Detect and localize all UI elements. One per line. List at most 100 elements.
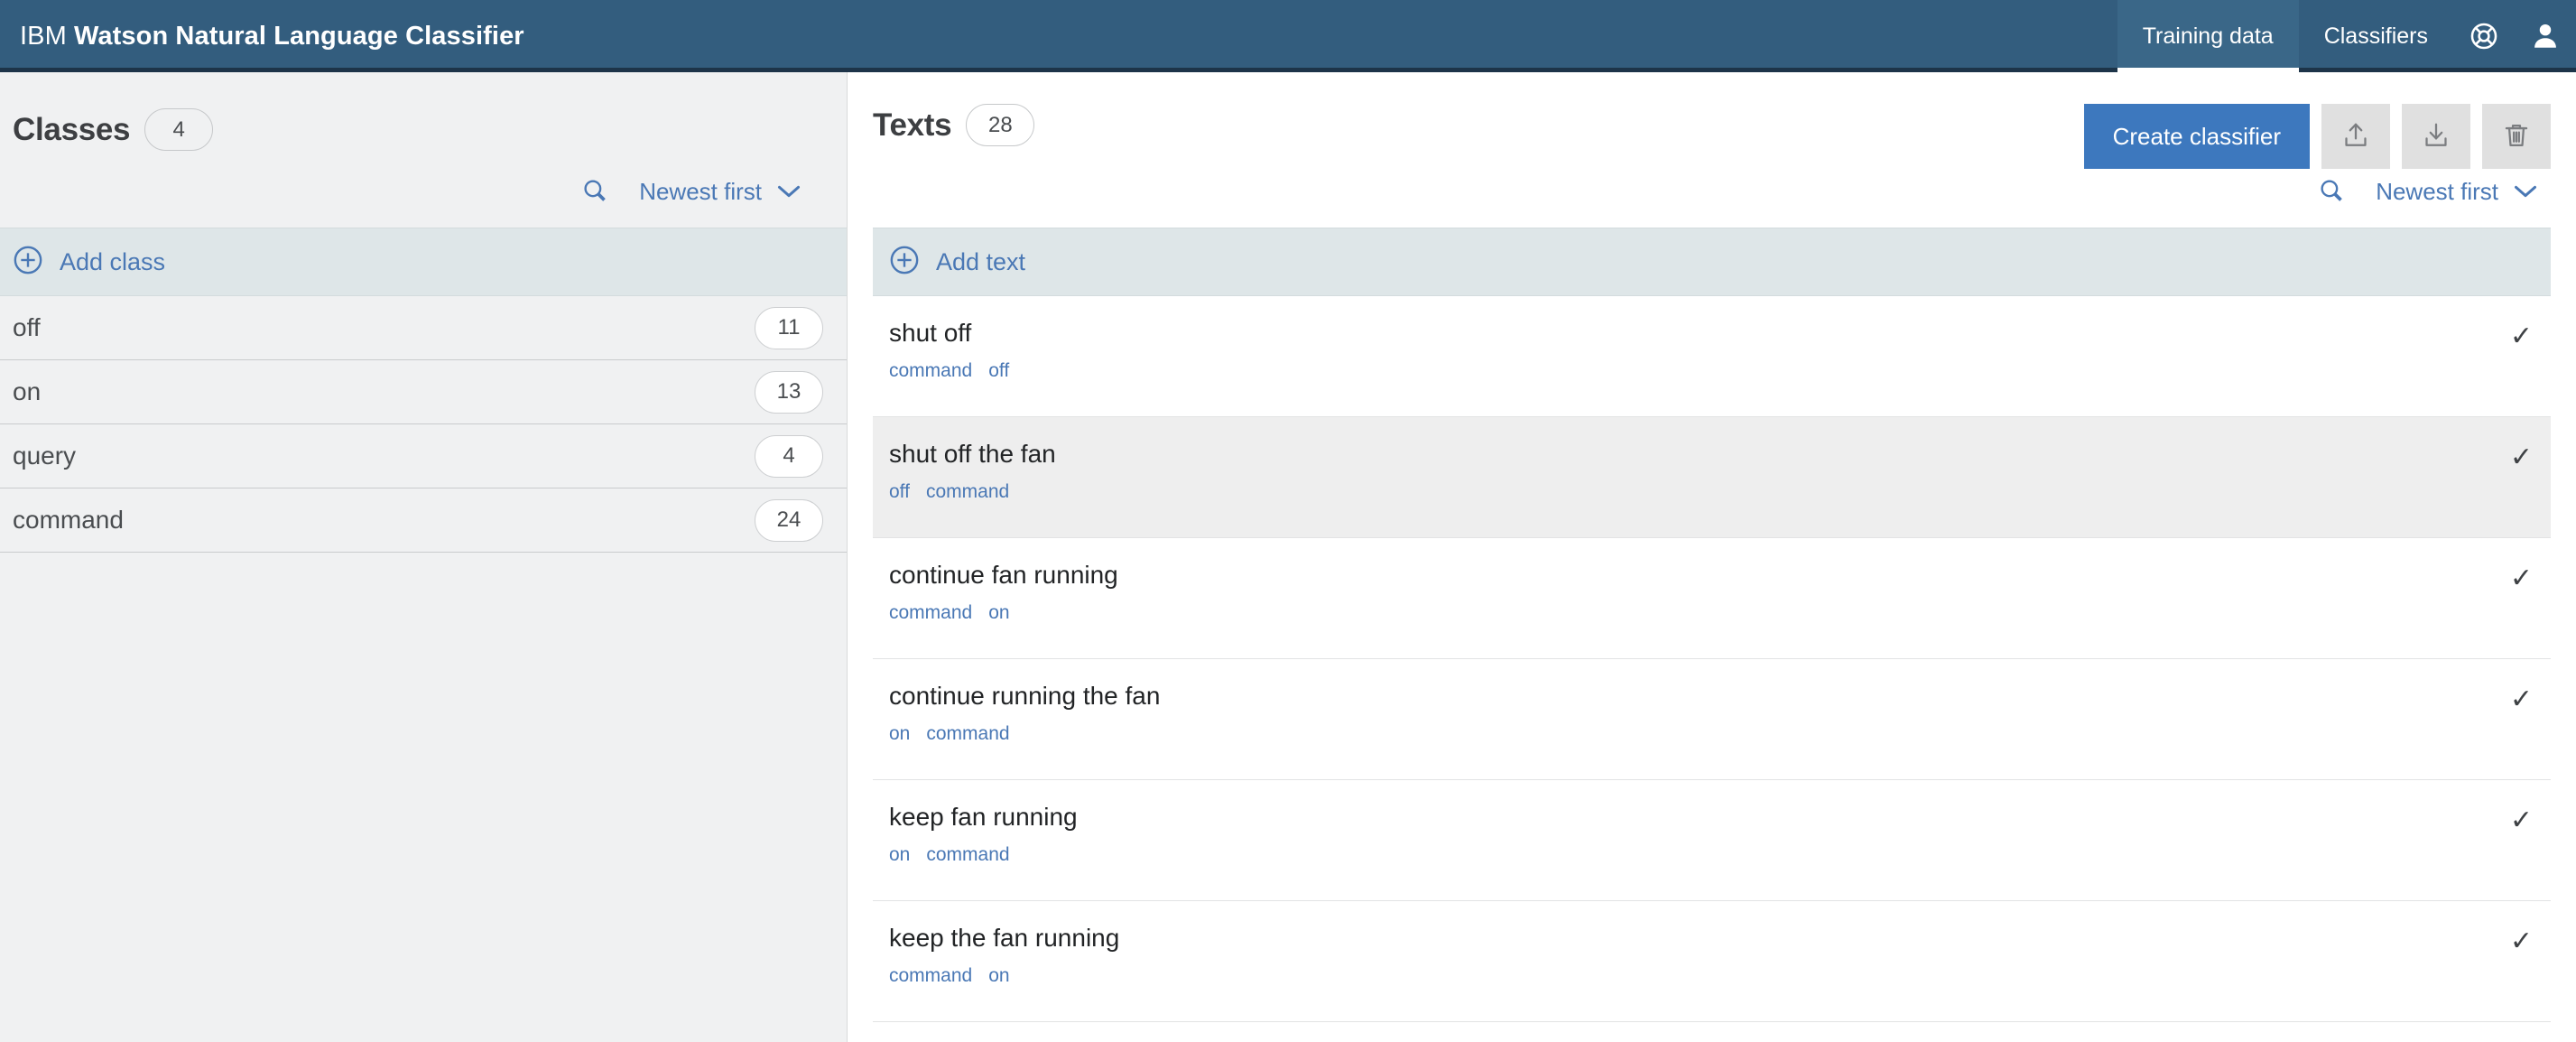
chevron-down-icon <box>776 178 802 206</box>
class-count-badge: 24 <box>755 498 823 542</box>
search-icon <box>2318 177 2345 207</box>
plus-circle-icon <box>889 245 920 280</box>
class-tag[interactable]: command <box>926 844 1009 866</box>
tab-training-data[interactable]: Training data <box>2117 0 2299 72</box>
check-icon[interactable]: ✓ <box>2510 441 2538 471</box>
class-tag[interactable]: command <box>889 360 972 382</box>
class-name: on <box>13 377 42 405</box>
classes-count-badge: 4 <box>144 108 214 151</box>
classes-title: Classes <box>13 111 131 147</box>
brand-prefix: IBM <box>20 21 67 51</box>
class-tag[interactable]: on <box>889 723 910 745</box>
top-navigation: Training data Classifiers <box>2117 0 2576 72</box>
classes-sort-label: Newest first <box>639 177 762 205</box>
text-row-tags: on command <box>889 723 1160 745</box>
text-row-content: continue running the fan on command <box>889 682 1161 745</box>
class-name: query <box>13 442 77 470</box>
class-tag[interactable]: on <box>988 965 1009 987</box>
add-text-label: Add text <box>936 247 1026 275</box>
texts-search-button[interactable] <box>2318 177 2345 207</box>
class-row-on[interactable]: on 13 <box>0 360 847 424</box>
class-name: off <box>13 313 41 341</box>
chevron-down-icon <box>2513 178 2538 206</box>
class-tag[interactable]: off <box>889 481 910 503</box>
app-header: IBM Watson Natural Language Classifier T… <box>0 0 2576 72</box>
class-tag[interactable]: off <box>988 360 1009 382</box>
app-title: IBM Watson Natural Language Classifier <box>20 22 524 51</box>
texts-sort-dropdown[interactable]: Newest first <box>2376 178 2538 206</box>
text-row-content: keep the fan running command on <box>889 924 1120 987</box>
class-row-off[interactable]: off 11 <box>0 296 847 360</box>
classes-panel: Classes 4 Newest first Add class off 11 … <box>0 72 848 1042</box>
check-icon[interactable]: ✓ <box>2510 683 2538 713</box>
table-row[interactable]: keep the fan running command on ✓ <box>873 901 2551 1022</box>
class-tag[interactable]: on <box>889 844 910 866</box>
text-row-title: continue running the fan <box>889 682 1161 710</box>
text-list: shut off command off ✓ shut off the fan … <box>873 296 2551 1022</box>
lifebuoy-icon <box>2469 21 2499 51</box>
table-row[interactable]: keep fan running on command ✓ <box>873 780 2551 901</box>
class-count-badge: 11 <box>755 306 823 349</box>
class-count-badge: 13 <box>755 370 823 414</box>
download-icon <box>2421 120 2451 154</box>
tab-classifiers[interactable]: Classifiers <box>2299 0 2453 72</box>
class-tag[interactable]: command <box>889 602 972 624</box>
class-row-command[interactable]: command 24 <box>0 488 847 553</box>
add-class-button[interactable]: Add class <box>0 228 847 296</box>
classes-search-button[interactable] <box>581 177 608 207</box>
tab-classifiers-label: Classifiers <box>2323 23 2428 49</box>
class-name: command <box>13 506 124 534</box>
text-row-tags: off command <box>889 481 1056 503</box>
class-count-badge: 4 <box>755 434 823 478</box>
class-tag[interactable]: command <box>926 481 1009 503</box>
classes-sort-dropdown[interactable]: Newest first <box>639 178 802 206</box>
classes-header: Classes 4 <box>0 72 847 155</box>
main-content: Classes 4 Newest first Add class off 11 … <box>0 72 2576 1042</box>
upload-icon <box>2340 120 2371 154</box>
text-row-content: shut off command off <box>889 319 1009 382</box>
text-row-tags: command on <box>889 965 1119 987</box>
account-button[interactable] <box>2515 0 2576 72</box>
texts-header: Texts 28 Create classifier <box>848 72 2576 169</box>
add-class-label: Add class <box>60 247 166 275</box>
check-icon[interactable]: ✓ <box>2510 562 2538 592</box>
table-row[interactable]: continue running the fan on command ✓ <box>873 659 2551 780</box>
texts-toolbar: Newest first <box>848 155 2576 228</box>
class-list: off 11 on 13 query 4 command 24 <box>0 296 847 553</box>
add-text-button[interactable]: Add text <box>873 228 2551 296</box>
text-row-content: shut off the fan off command <box>889 440 1056 503</box>
tab-training-data-label: Training data <box>2142 23 2274 49</box>
text-row-title: keep fan running <box>889 803 1078 831</box>
check-icon[interactable]: ✓ <box>2510 320 2538 350</box>
texts-panel: Texts 28 Create classifier Newest first … <box>848 72 2576 1042</box>
help-button[interactable] <box>2453 0 2515 72</box>
texts-title: Texts <box>873 107 952 143</box>
text-row-title: shut off <box>889 319 972 347</box>
table-row[interactable]: shut off the fan off command ✓ <box>873 417 2551 538</box>
table-row[interactable]: shut off command off ✓ <box>873 296 2551 417</box>
texts-sort-label: Newest first <box>2376 177 2498 205</box>
class-row-query[interactable]: query 4 <box>0 424 847 488</box>
brand-name: Watson Natural Language Classifier <box>74 21 524 51</box>
text-row-content: continue fan running command on <box>889 561 1118 624</box>
text-row-title: keep the fan running <box>889 924 1120 952</box>
text-row-title: continue fan running <box>889 561 1118 589</box>
text-row-tags: command on <box>889 602 1118 624</box>
text-row-tags: command off <box>889 360 1009 382</box>
classes-toolbar: Newest first <box>0 155 847 228</box>
user-avatar-icon <box>2530 21 2561 51</box>
plus-circle-icon <box>13 245 43 280</box>
trash-icon <box>2501 120 2532 154</box>
class-tag[interactable]: on <box>988 602 1009 624</box>
text-row-tags: on command <box>889 844 1078 866</box>
text-row-content: keep fan running on command <box>889 803 1078 866</box>
check-icon[interactable]: ✓ <box>2510 925 2538 955</box>
texts-title-group: Texts 28 <box>873 104 1035 146</box>
text-row-title: shut off the fan <box>889 440 1056 468</box>
check-icon[interactable]: ✓ <box>2510 804 2538 834</box>
class-tag[interactable]: command <box>926 723 1009 745</box>
texts-count-badge: 28 <box>966 104 1035 146</box>
table-row[interactable]: continue fan running command on ✓ <box>873 538 2551 659</box>
search-icon <box>581 177 608 207</box>
class-tag[interactable]: command <box>889 965 972 987</box>
